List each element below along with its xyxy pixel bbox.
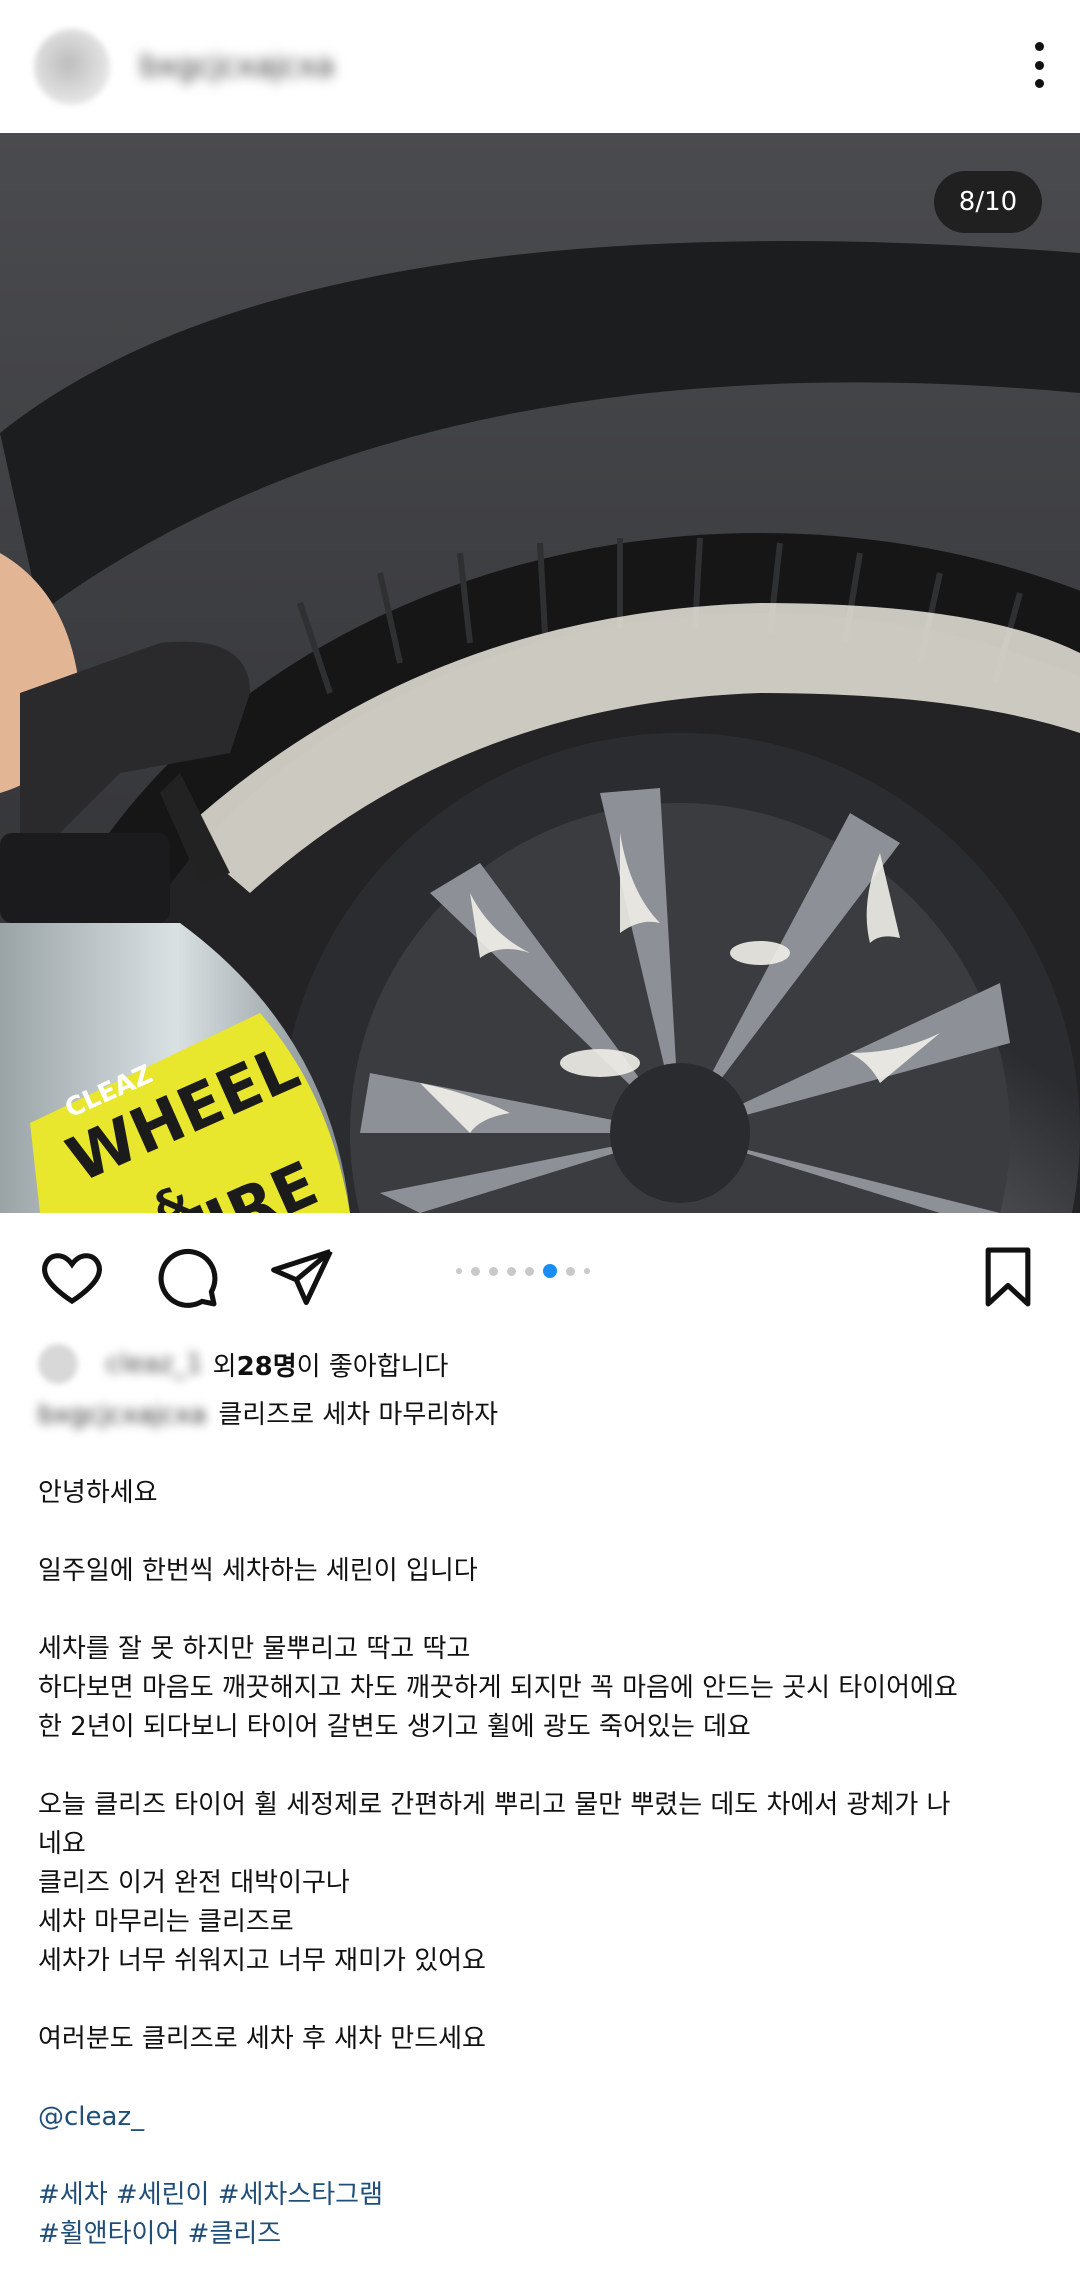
hashtag-link[interactable]: #클리즈 xyxy=(188,2219,282,2249)
post-caption: bxgcjcxajcxa 클리즈로 세차 마무리하자 안녕하세요 일주일에 한번씩… xyxy=(38,1396,1048,2254)
caption-line: 클리즈 이거 완전 대박이구나 xyxy=(38,1868,350,1898)
hashtag-link[interactable]: #세차스타그램 xyxy=(218,2180,383,2210)
hashtag-link[interactable]: #세차 xyxy=(38,2180,108,2210)
post-header: bxgcjcxajcxa xyxy=(0,0,1080,133)
hashtag-link[interactable]: #휠앤타이어 xyxy=(38,2219,179,2249)
carousel-dot xyxy=(471,1266,480,1276)
carousel-dot xyxy=(507,1266,516,1276)
hashtag-link[interactable]: #세린이 xyxy=(116,2180,210,2210)
caption-line: 세차를 잘 못 하지만 물뿌리고 딱고 딱고 xyxy=(38,1634,471,1664)
caption-line: 안녕하세요 xyxy=(38,1478,158,1508)
caption-username[interactable]: bxgcjcxajcxa xyxy=(38,1400,206,1430)
likes-summary[interactable]: cleaz_1 외 28명 이 좋아합니다 xyxy=(38,1341,448,1387)
caption-line: 여러분도 클리즈로 세차 후 새차 만드세요 xyxy=(38,2024,486,2054)
mention-link[interactable]: @cleaz_ xyxy=(38,2102,144,2132)
carousel-dot xyxy=(489,1266,498,1276)
caption-line: 네요 xyxy=(38,1829,86,1859)
caption-line: 일주일에 한번씩 세차하는 세린이 입니다 xyxy=(38,1556,478,1586)
liker-avatar xyxy=(38,1344,78,1384)
avatar[interactable] xyxy=(34,28,110,105)
more-vertical-icon[interactable] xyxy=(1032,42,1046,88)
carousel-dot xyxy=(584,1268,590,1274)
carousel-dot xyxy=(566,1266,575,1276)
bookmark-icon[interactable] xyxy=(974,1243,1042,1311)
tire-wash-photo: WHEEL & TIRE CLEAZ xyxy=(0,133,1080,1213)
carousel-dot-active xyxy=(543,1264,557,1278)
caption-line: 한 2년이 되다보니 타이어 갈변도 생기고 휠에 광도 죽어있는 데요 xyxy=(38,1712,751,1742)
likes-prefix: 외 xyxy=(212,1351,237,1382)
caption-title: 클리즈로 세차 마무리하자 xyxy=(218,1400,499,1430)
caption-line: 오늘 클리즈 타이어 휠 세정제로 간편하게 뿌리고 물만 뿌렸는 데도 차에서… xyxy=(38,1790,951,1820)
post-image[interactable]: WHEEL & TIRE CLEAZ 8/10 xyxy=(0,133,1080,1213)
comment-icon[interactable] xyxy=(153,1243,221,1311)
carousel-dot xyxy=(456,1268,462,1274)
carousel-counter: 8/10 xyxy=(934,171,1042,233)
send-icon[interactable] xyxy=(268,1243,336,1311)
likes-count[interactable]: 28명 xyxy=(237,1346,297,1383)
liker-name[interactable]: cleaz_1 xyxy=(106,1349,203,1379)
caption-line: 세차가 너무 쉬워지고 너무 재미가 있어요 xyxy=(38,1946,486,1976)
likes-suffix: 이 좋아합니다 xyxy=(296,1351,449,1382)
carousel-indicator xyxy=(456,1264,590,1278)
caption-line: 세차 마무리는 클리즈로 xyxy=(38,1907,294,1937)
username[interactable]: bxgcjcxajcxa xyxy=(140,49,334,84)
caption-line: 하다보면 마음도 깨끗해지고 차도 깨끗하게 되지만 꼭 마음에 안드는 곳시 … xyxy=(38,1673,958,1703)
heart-icon[interactable] xyxy=(38,1243,106,1311)
carousel-dot xyxy=(525,1266,534,1276)
